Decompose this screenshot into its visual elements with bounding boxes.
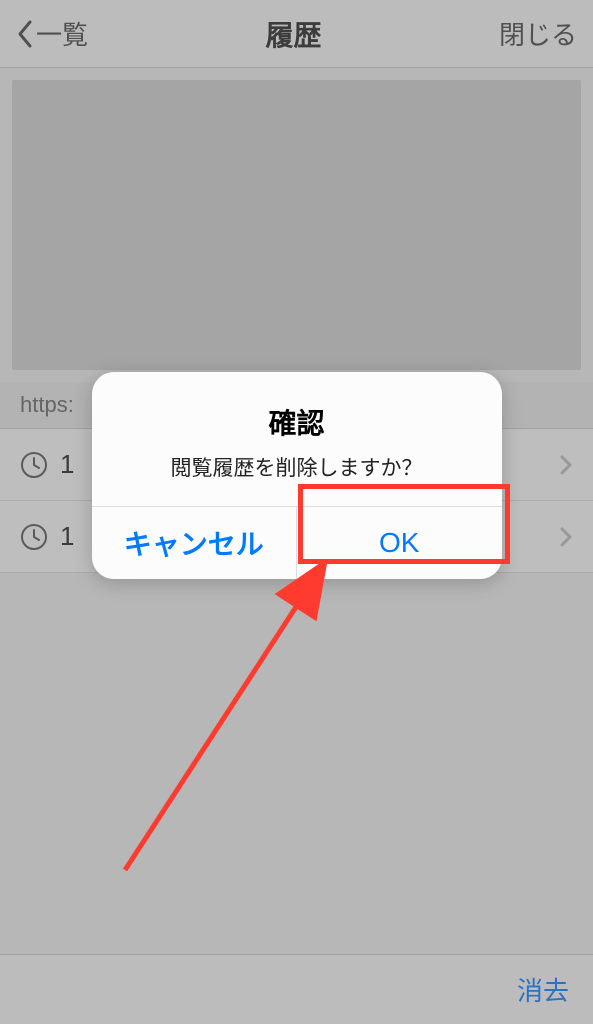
dialog-title: 確認 (112, 402, 482, 442)
confirm-dialog: 確認 閲覧履歴を削除しますか？ キャンセル OK (92, 372, 502, 579)
dialog-buttons: キャンセル OK (92, 506, 502, 579)
modal-overlay: 確認 閲覧履歴を削除しますか？ キャンセル OK (0, 0, 593, 1024)
dialog-content: 確認 閲覧履歴を削除しますか？ (92, 372, 502, 506)
cancel-button[interactable]: キャンセル (92, 507, 298, 579)
ok-button[interactable]: OK (297, 507, 502, 579)
dialog-message: 閲覧履歴を削除しますか？ (112, 452, 482, 482)
